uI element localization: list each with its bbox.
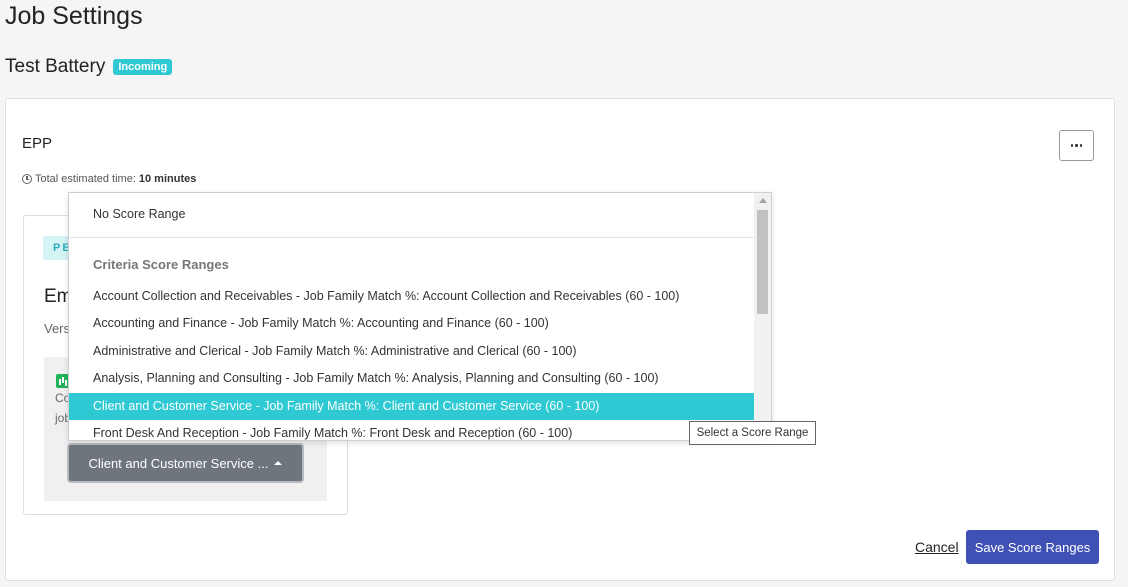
assessment-name: EPP [22, 135, 53, 152]
menu-item[interactable]: Account Collection and Receivables - Job… [69, 283, 755, 310]
time-label: Total estimated time: [35, 173, 136, 185]
estimated-time: Total estimated time: 10 minutes [22, 173, 196, 185]
tooltip: Select a Score Range [689, 421, 816, 445]
battery-header: Test Battery Incoming [5, 56, 173, 78]
menu-item[interactable]: Front Desk And Reception - Job Family Ma… [69, 420, 755, 440]
clock-icon [22, 174, 32, 184]
menu-divider [69, 237, 755, 238]
menu-item-selected[interactable]: Client and Customer Service - Job Family… [69, 393, 755, 420]
test-version: Vers [44, 321, 71, 336]
menu-item[interactable]: Accounting and Finance - Job Family Matc… [69, 310, 755, 337]
cancel-link[interactable]: Cancel [915, 539, 959, 555]
more-options-button[interactable] [1059, 130, 1094, 161]
time-value: 10 minutes [138, 173, 197, 185]
menu-item[interactable]: Administrative and Clerical - Job Family… [69, 338, 755, 365]
scroll-thumb[interactable] [757, 210, 768, 314]
save-score-ranges-button[interactable]: Save Score Ranges [966, 530, 1099, 564]
ellipsis-icon [1070, 144, 1074, 147]
battery-title: Test Battery [5, 56, 106, 77]
score-range-dropdown-button[interactable]: Client and Customer Service ... [67, 443, 304, 483]
menu-scrollbar[interactable] [754, 193, 771, 440]
menu-group-header: Criteria Score Ranges [93, 257, 229, 272]
page-title: Job Settings [5, 2, 143, 30]
status-badge: Incoming [113, 59, 173, 75]
scroll-up-icon[interactable] [759, 198, 767, 203]
caret-up-icon [274, 461, 283, 465]
score-range-menu: No Score Range Criteria Score Ranges Acc… [68, 192, 772, 441]
score-range-label: Client and Customer Service ... [88, 455, 269, 471]
menu-item-no-score-range[interactable]: No Score Range [69, 201, 755, 228]
menu-item[interactable]: Analysis, Planning and Consulting - Job … [69, 365, 755, 392]
